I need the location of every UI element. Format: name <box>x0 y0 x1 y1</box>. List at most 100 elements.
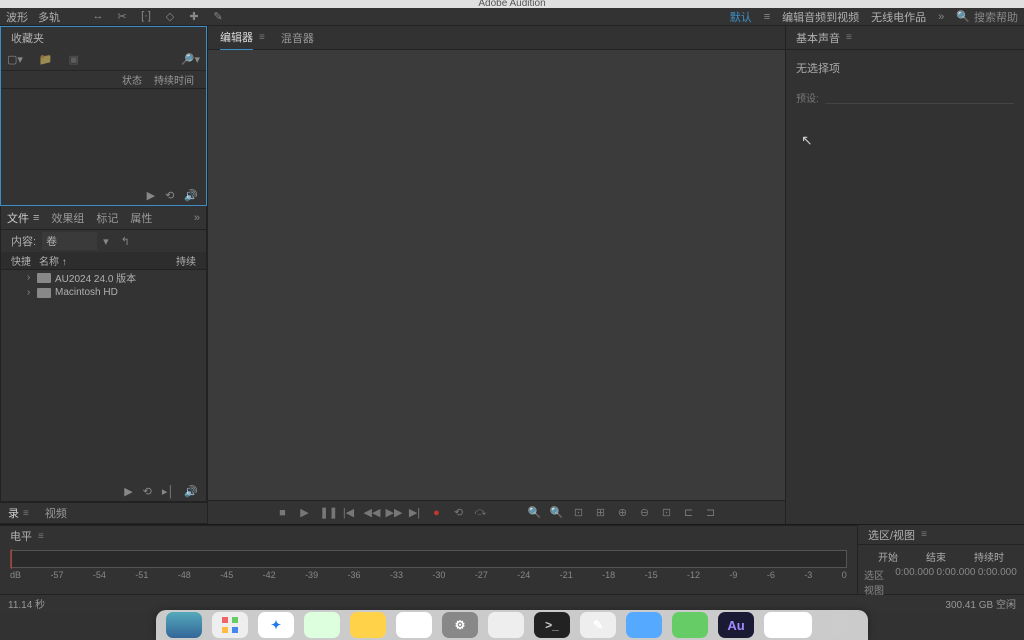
dock-textedit-icon[interactable]: ✎ <box>580 612 616 638</box>
meter-tick: -51 <box>135 570 148 580</box>
play-icon[interactable]: ▶ <box>147 189 155 202</box>
tab-effects[interactable]: 效果组 <box>51 210 84 226</box>
new-file-icon[interactable]: ▢▾ <box>7 53 23 66</box>
editor-canvas[interactable]: ↖ <box>208 50 785 500</box>
play-button[interactable]: ▶ <box>298 506 312 519</box>
dock-trash-icon[interactable]: 🗑 <box>822 612 858 638</box>
zoom-in-amp-button[interactable]: ⊕ <box>616 506 630 519</box>
record-file-icon[interactable]: ▣ <box>69 53 79 66</box>
col-name[interactable]: 名称 ↑ <box>39 253 156 268</box>
loop-button[interactable]: ⟲ <box>452 506 466 519</box>
tab-history[interactable]: 录 <box>8 505 19 521</box>
tab-mixer[interactable]: 混音器 <box>281 26 314 50</box>
forward-button[interactable]: ▶▶ <box>386 506 400 519</box>
center-tabs: 编辑器 ≡ 混音器 <box>208 26 785 50</box>
zoom-full-button[interactable]: ⊡ <box>660 506 674 519</box>
dock-maps-icon[interactable] <box>304 612 340 638</box>
tab-markers[interactable]: 标记 <box>96 210 118 226</box>
tool-select-icon[interactable]: [·] <box>138 10 154 23</box>
panel-more-icon[interactable]: » <box>194 212 200 224</box>
volume-icon[interactable]: 🔊 <box>184 485 198 498</box>
col-duration[interactable]: 持续 <box>156 253 196 268</box>
goto-start-button[interactable]: |◀ <box>342 506 356 519</box>
dock-preview-icon[interactable] <box>626 612 662 638</box>
workspace-default[interactable]: 默认 <box>730 9 752 25</box>
tool-heal-icon[interactable]: ✚ <box>186 10 202 23</box>
selview-view-end[interactable] <box>935 582 976 597</box>
workspace-edit-to-video[interactable]: 编辑音频到视频 <box>782 9 859 25</box>
panel-menu-icon[interactable]: ≡ <box>38 531 44 542</box>
preset-dropdown[interactable] <box>825 92 1014 104</box>
tool-marquee-icon[interactable]: ◇ <box>162 10 178 23</box>
file-row[interactable]: › Macintosh HD <box>1 285 206 300</box>
selview-sel-dur[interactable]: 0:00.000 <box>977 567 1018 582</box>
dock-settings-icon[interactable]: ⚙ <box>442 612 478 638</box>
dock-diskutility-icon[interactable] <box>488 612 524 638</box>
panel-menu-icon[interactable]: ≡ <box>921 529 927 540</box>
zoom-out-time-button[interactable]: 🔍 <box>550 506 564 519</box>
autoplay-icon[interactable]: ▸│ <box>162 485 174 498</box>
selview-sel-end[interactable]: 0:00.000 <box>935 567 976 582</box>
mode-waveform[interactable]: 波形 <box>6 9 28 25</box>
dock-launchpad-icon[interactable] <box>212 612 248 638</box>
loop-icon[interactable]: ⟲ <box>143 485 152 498</box>
panel-menu-icon[interactable]: ≡ <box>33 212 39 224</box>
col-quick[interactable]: 快捷 <box>11 253 39 268</box>
search-help-input[interactable]: 搜索帮助 <box>974 9 1018 25</box>
loop-icon[interactable]: ⟲ <box>165 189 174 202</box>
folder-icon <box>37 273 51 283</box>
selview-sel-start[interactable]: 0:00.000 <box>894 567 935 582</box>
workspace-menu-icon[interactable]: ≡ <box>764 11 770 23</box>
dock-blank-icon[interactable] <box>764 612 812 638</box>
zoom-out-amp-button[interactable]: ⊖ <box>638 506 652 519</box>
workspace-radio[interactable]: 无线电作品 <box>871 9 926 25</box>
workspace-more-icon[interactable]: » <box>938 11 944 23</box>
favorites-col-duration[interactable]: 持续时间 <box>154 72 194 87</box>
zoom-in-time-button[interactable]: 🔍 <box>528 506 542 519</box>
zoom-selection-button[interactable]: ⊞ <box>594 506 608 519</box>
tab-files[interactable]: 文件 <box>7 210 29 226</box>
zoom-to-in-button[interactable]: ⊏ <box>682 506 696 519</box>
open-file-icon[interactable]: 📁 <box>39 53 53 66</box>
dock-finder-icon[interactable] <box>166 612 202 638</box>
favorites-search-icon[interactable]: 🔎▾ <box>181 53 200 66</box>
dock-activity-icon[interactable] <box>672 612 708 638</box>
panel-menu-icon[interactable]: ≡ <box>23 508 29 519</box>
left-bottom-tabs: 录 ≡ 视频 <box>0 502 207 524</box>
expand-arrow-icon[interactable]: › <box>27 272 37 283</box>
content-dropdown-icon[interactable]: ▾ <box>103 235 109 248</box>
dock-audition-icon[interactable]: Au <box>718 612 754 638</box>
skip-selection-button[interactable]: ⤼ <box>474 506 488 519</box>
volume-icon[interactable]: 🔊 <box>184 189 198 202</box>
pause-button[interactable]: ❚❚ <box>320 506 334 519</box>
favorites-col-status[interactable]: 状态 <box>122 72 142 87</box>
mode-multitrack[interactable]: 多轨 <box>38 9 60 25</box>
dock-notes-icon[interactable] <box>350 612 386 638</box>
tab-editor[interactable]: 编辑器 <box>220 25 253 51</box>
dock-freeform-icon[interactable] <box>396 612 432 638</box>
selview-view-start[interactable] <box>894 582 935 597</box>
status-right: 300.41 GB 空闲 <box>945 596 1016 611</box>
zoom-to-out-button[interactable]: ⊐ <box>704 506 718 519</box>
up-folder-icon[interactable]: ↰ <box>121 235 130 248</box>
tool-brush-icon[interactable]: ✎ <box>210 10 226 23</box>
zoom-reset-time-button[interactable]: ⊡ <box>572 506 586 519</box>
tab-video[interactable]: 视频 <box>45 505 67 521</box>
record-button[interactable]: ● <box>430 507 444 519</box>
rewind-button[interactable]: ◀◀ <box>364 506 378 519</box>
tool-razor-icon[interactable]: ✂ <box>114 10 130 23</box>
play-icon[interactable]: ▶ <box>124 485 132 498</box>
expand-arrow-icon[interactable]: › <box>27 287 37 298</box>
favorites-columns: 状态 持续时间 <box>1 71 206 89</box>
dock-safari-icon[interactable]: ✦ <box>258 612 294 638</box>
file-row[interactable]: › AU2024 24.0 版本 <box>1 270 206 285</box>
stop-button[interactable]: ■ <box>276 507 290 519</box>
dock-terminal-icon[interactable]: >_ <box>534 612 570 638</box>
tool-move-icon[interactable]: ↔ <box>90 10 106 23</box>
tab-properties[interactable]: 属性 <box>130 210 152 226</box>
content-value[interactable]: 卷 <box>42 232 97 250</box>
panel-menu-icon[interactable]: ≡ <box>259 32 265 43</box>
goto-end-button[interactable]: ▶| <box>408 506 422 519</box>
panel-menu-icon[interactable]: ≡ <box>846 32 852 43</box>
selview-view-dur[interactable] <box>977 582 1018 597</box>
